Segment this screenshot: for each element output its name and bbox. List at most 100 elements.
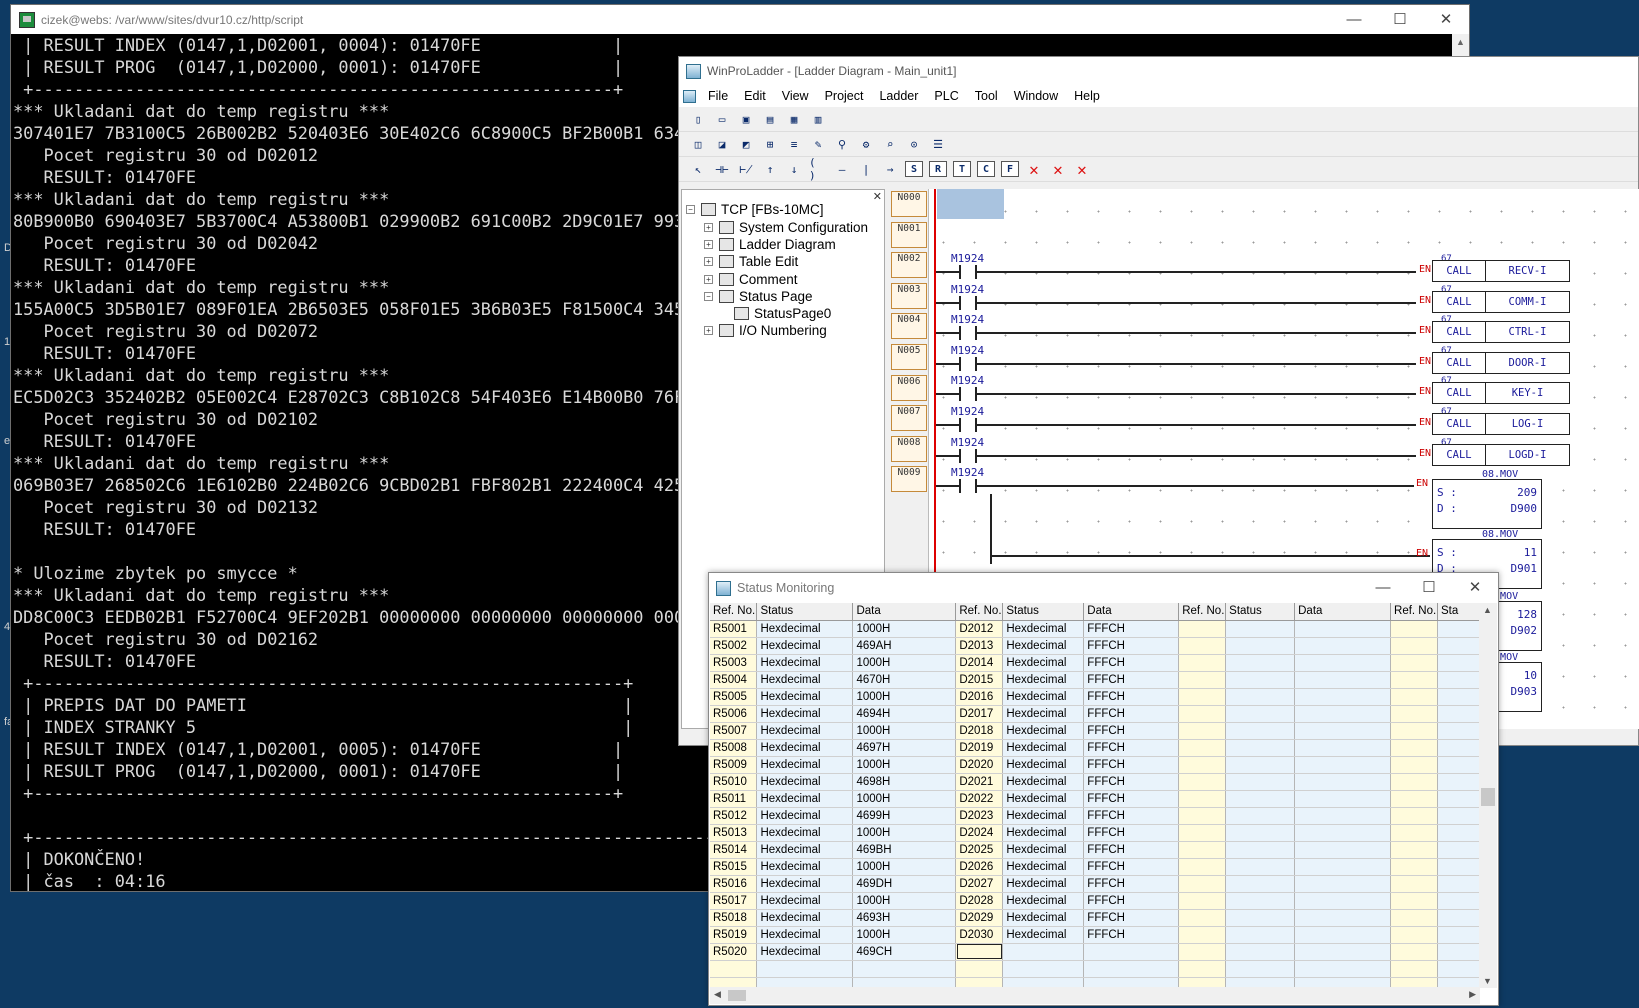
grid-cell[interactable] [1225,824,1296,842]
menu-view[interactable]: View [774,89,817,103]
grid-cell[interactable] [1178,739,1227,757]
grid-cell[interactable] [1178,892,1227,910]
grid-cell[interactable]: D2023 [955,807,1004,825]
grid-cell[interactable] [1390,773,1438,791]
grid-cell[interactable] [1390,926,1438,944]
grid-cell[interactable] [1390,671,1438,689]
grid-cell[interactable] [1294,892,1392,910]
grid-cell[interactable]: R5016 [710,875,758,893]
grid-cell[interactable] [1225,841,1296,859]
grid-cell[interactable]: FFFCH [1083,637,1180,655]
table-row[interactable]: R5009 Hexdecimal 1000H D2020 Hexdecimal FFFCH [710,756,1480,774]
network-label[interactable]: N000 [891,191,927,217]
grid-cell[interactable] [1437,807,1480,825]
grid-cell[interactable] [1225,756,1296,774]
grid-cell[interactable] [1294,790,1392,808]
grid-cell[interactable] [1225,875,1296,893]
grid-cell[interactable] [1390,790,1438,808]
search-icon[interactable]: ⌕ [881,136,899,152]
doc-icon[interactable] [683,89,696,103]
table-row[interactable]: R5005 Hexdecimal 1000H D2016 Hexdecimal FFFCH [710,688,1480,706]
grid-cell[interactable]: Hexdecimal [756,943,854,961]
grid-cell[interactable]: 1000H [852,790,957,808]
grid-cell[interactable] [1437,960,1480,978]
menu-edit[interactable]: Edit [736,89,774,103]
network-label[interactable]: N008 [891,435,927,462]
grid-cell[interactable]: D2021 [955,773,1004,791]
grid-cell[interactable]: R5018 [710,909,758,927]
vline-icon[interactable]: | [857,161,875,177]
grid-cell[interactable] [1294,926,1392,944]
menu-file[interactable]: File [700,89,736,103]
grid-cell[interactable]: Hexdecimal [1002,637,1085,655]
zoom-icon[interactable]: ⊞ [761,136,779,152]
grid-cell[interactable]: D2022 [955,790,1004,808]
grid-cell[interactable] [1178,790,1227,808]
table-row[interactable]: R5010 Hexdecimal 4698H D2021 Hexdecimal FFFCH [710,773,1480,791]
tree-item-io-numbering[interactable]: + I/O Numbering [704,323,827,338]
grid-cell[interactable]: D2027 [955,875,1004,893]
monitor-icon[interactable]: ◫ [689,136,707,152]
grid-cell[interactable] [1294,909,1392,927]
close-button[interactable]: ✕ [1423,6,1469,34]
grid-cell[interactable] [1437,841,1480,859]
grid-cell[interactable]: R5008 [710,739,758,757]
expand-icon[interactable]: + [704,257,713,266]
coil-icon[interactable]: ( ) [809,156,827,182]
column-header[interactable]: Data [1083,603,1180,621]
grid-cell[interactable] [1437,858,1480,876]
grid-cell[interactable]: Hexdecimal [756,739,854,757]
save-icon[interactable]: ▣ [737,111,755,127]
close-pane-icon[interactable]: ✕ [873,190,882,203]
delete-rung-icon[interactable]: ✕ [1073,160,1091,179]
grid-cell[interactable] [1294,637,1392,655]
column-header[interactable]: Data [852,603,957,621]
network-label[interactable]: N007 [891,405,927,432]
grid-cell[interactable]: D2012 [955,620,1004,638]
call-block[interactable]: CALL DOOR-I [1432,351,1570,374]
grid-cell[interactable] [852,960,957,978]
grid-cell[interactable] [1178,960,1227,978]
menu-plc[interactable]: PLC [926,89,966,103]
grid-cell[interactable]: R5017 [710,892,758,910]
grid-cell[interactable]: D2029 [955,909,1004,927]
grid-cell[interactable] [756,960,854,978]
grid-cell[interactable] [1225,858,1296,876]
grid-cell[interactable]: 1000H [852,654,957,672]
grid-cell[interactable]: Hexdecimal [1002,909,1085,927]
grid-cell[interactable] [1437,739,1480,757]
grid-cell[interactable]: Hexdecimal [1002,671,1085,689]
table-row[interactable]: R5016 Hexdecimal 469DH D2027 Hexdecimal FFFCH [710,875,1480,893]
align-icon[interactable]: ≡ [785,136,803,152]
table-icon[interactable]: ▦ [785,111,803,127]
table-row[interactable]: R5012 Hexdecimal 4699H D2023 Hexdecimal FFFCH [710,807,1480,825]
new-file-icon[interactable]: ▯ [689,111,707,127]
grid-cell[interactable]: FFFCH [1083,705,1180,723]
grid-cell[interactable] [1437,688,1480,706]
edit-icon[interactable]: ✎ [809,136,827,152]
grid-cell[interactable]: FFFCH [1083,739,1180,757]
grid-cell[interactable]: Hexdecimal [1002,926,1085,944]
network-label[interactable]: N003 [891,282,927,309]
grid-cell[interactable] [1178,824,1227,842]
grid-cell[interactable] [1178,875,1227,893]
tree-item-comment[interactable]: + Comment [704,272,798,287]
menu-project[interactable]: Project [817,89,872,103]
grid-cell[interactable]: Hexdecimal [1002,739,1085,757]
grid-cell[interactable]: 469BH [852,841,957,859]
grid-cell[interactable] [1437,926,1480,944]
grid-cell[interactable] [1294,688,1392,706]
grid-cell[interactable] [1294,756,1392,774]
call-block[interactable]: CALL LOGD-I [1432,443,1570,466]
grid-cell[interactable] [1294,620,1392,638]
grid-cell[interactable] [1390,858,1438,876]
expand-icon[interactable]: + [704,275,713,284]
grid-cell[interactable]: R5012 [710,807,758,825]
grid-cell[interactable]: Hexdecimal [1002,773,1085,791]
column-header[interactable]: Status [1225,603,1296,621]
table-row[interactable]: R5002 Hexdecimal 469AH D2013 Hexdecimal FFFCH [710,637,1480,655]
grid-cell[interactable] [1002,943,1085,961]
grid-cell[interactable] [1294,739,1392,757]
grid-cell[interactable]: D2017 [955,705,1004,723]
grid-cell[interactable]: R5003 [710,654,758,672]
